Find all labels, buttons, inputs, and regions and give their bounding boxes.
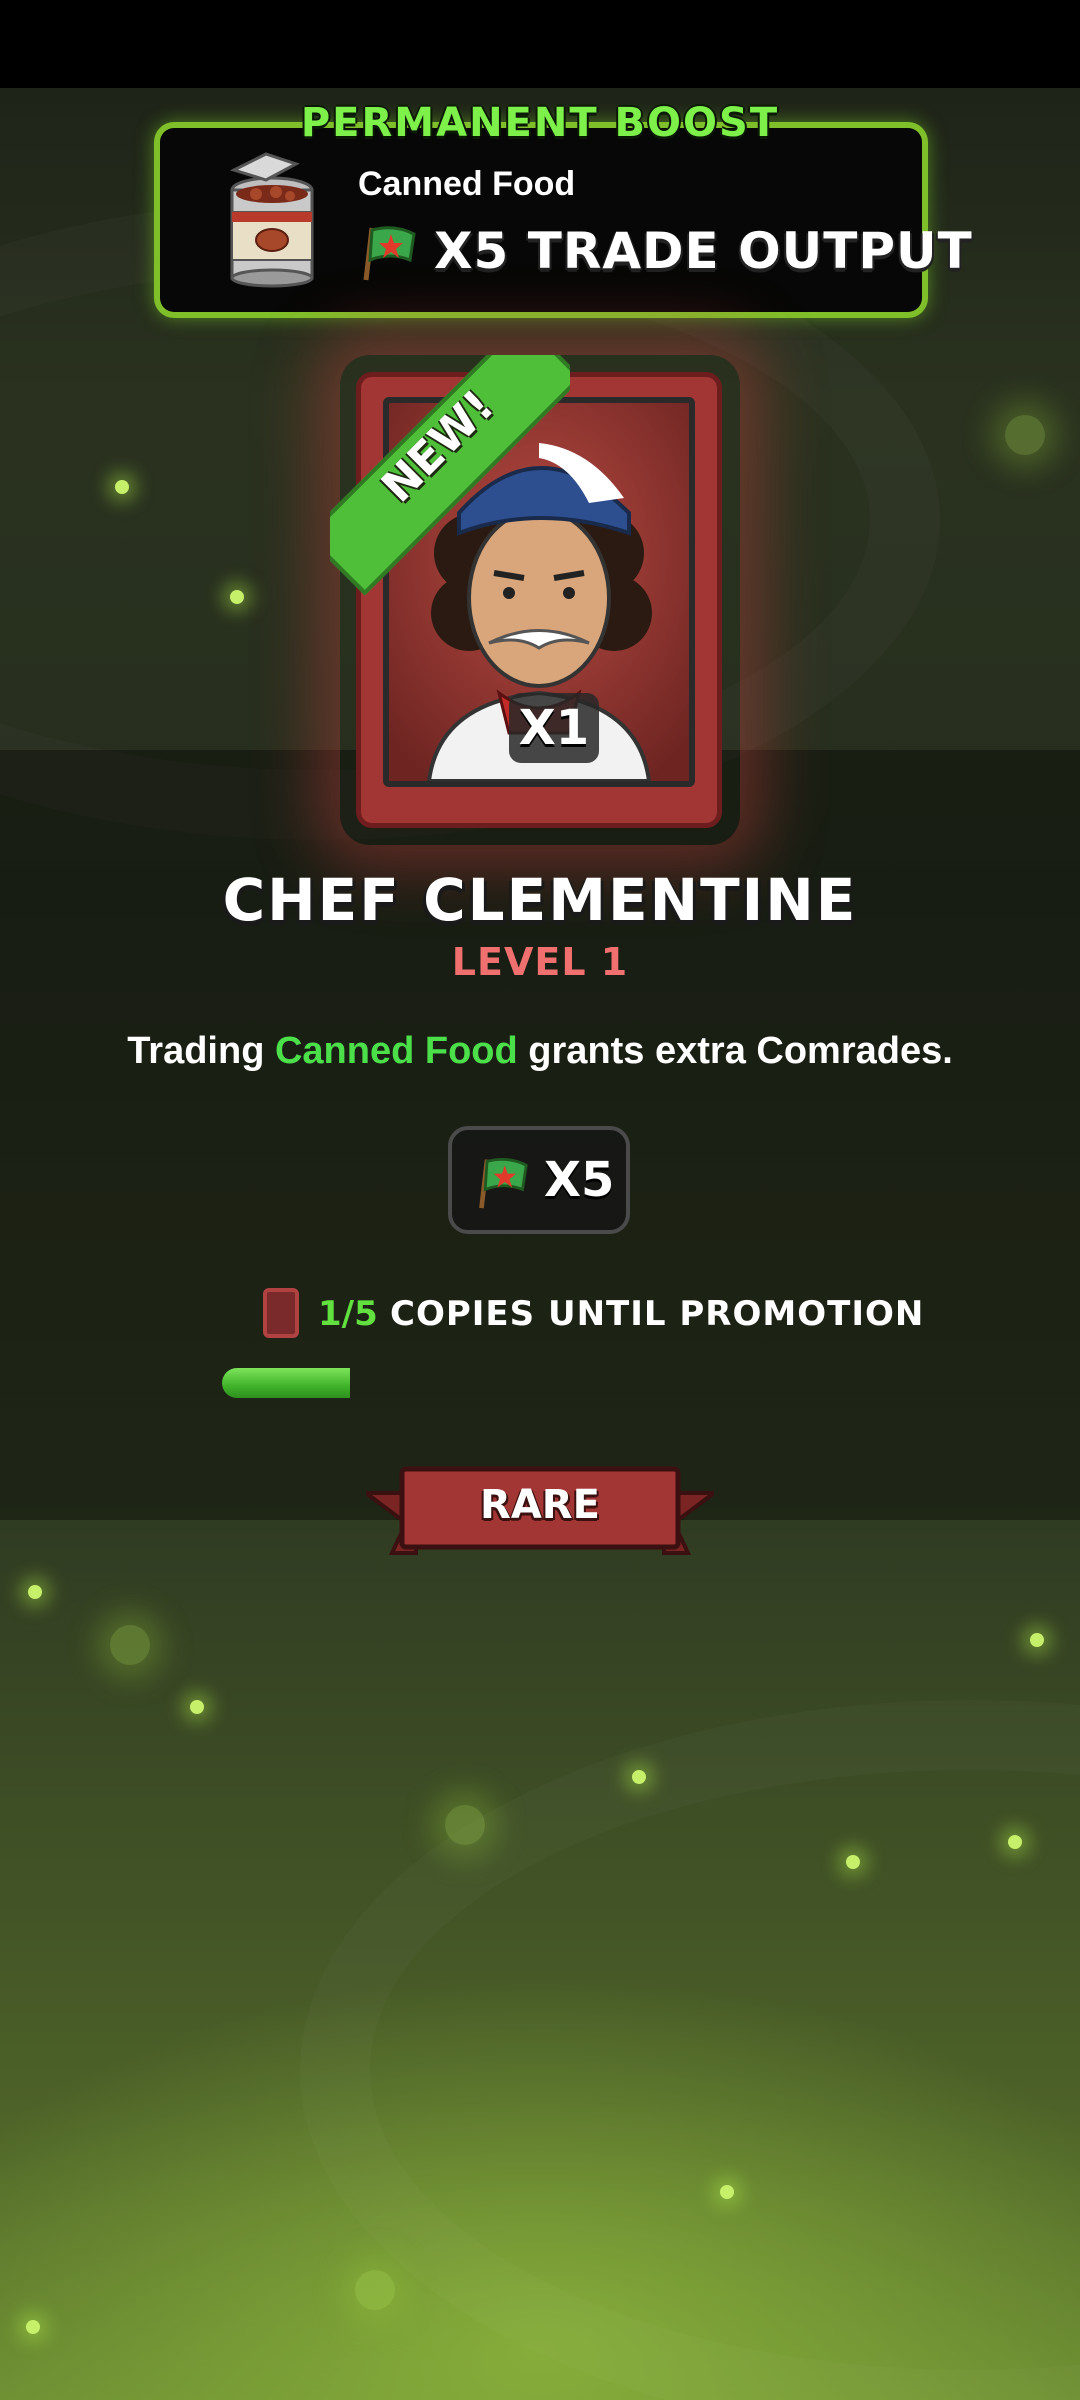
- promotion-progress-bar: [222, 1368, 862, 1398]
- card-count-badge: X1: [509, 693, 599, 763]
- background-swirl: [300, 1700, 1080, 2400]
- description-suffix: grants extra Comrades.: [517, 1030, 953, 1072]
- promotion-progress-fill: [222, 1368, 350, 1398]
- description-highlight: Canned Food: [274, 1030, 518, 1072]
- firefly-spark: [28, 1585, 42, 1599]
- firefly-spark: [1008, 1835, 1022, 1849]
- firefly-spark: [445, 1805, 485, 1845]
- copies-count: 1/5: [318, 1294, 378, 1334]
- boost-title: PERMANENT BOOST: [300, 100, 780, 146]
- firefly-spark: [26, 2320, 40, 2334]
- reward-multiplier-box: X5: [448, 1126, 630, 1234]
- firefly-spark: [720, 2185, 734, 2199]
- firefly-spark: [230, 590, 244, 604]
- new-ribbon: NEW!: [330, 355, 570, 595]
- firefly-spark: [355, 2270, 395, 2310]
- copies-label: COPIES UNTIL PROMOTION: [390, 1294, 925, 1334]
- description-prefix: Trading: [127, 1030, 275, 1072]
- firefly-spark: [632, 1770, 646, 1784]
- comrade-flag-icon: [363, 226, 416, 281]
- boost-item-name: Canned Food: [358, 165, 576, 203]
- new-ribbon-band: [330, 355, 570, 595]
- firefly-spark: [190, 1700, 204, 1714]
- status-bar: [0, 0, 1080, 88]
- comrade-flag-icon: [479, 1157, 528, 1209]
- canned-food-icon: [230, 152, 314, 288]
- firefly-spark: [1030, 1633, 1044, 1647]
- reward-screen: PERMANENT BOOST Canned Food X5 TRADE OUT…: [0, 0, 1080, 2400]
- reward-multiplier-value: X5: [544, 1152, 615, 1208]
- rarity-label: RARE: [480, 1482, 600, 1528]
- hero-level: LEVEL 1: [451, 940, 629, 984]
- firefly-spark: [846, 1855, 860, 1869]
- firefly-spark: [115, 480, 129, 494]
- hero-description: Trading Canned Food grants extra Comrade…: [0, 1030, 1080, 1073]
- firefly-spark: [110, 1625, 150, 1665]
- firefly-spark: [1005, 415, 1045, 455]
- card-copy-icon: [263, 1288, 299, 1338]
- boost-effect: X5 TRADE OUTPUT: [434, 222, 973, 280]
- hero-name: CHEF CLEMENTINE: [222, 866, 858, 934]
